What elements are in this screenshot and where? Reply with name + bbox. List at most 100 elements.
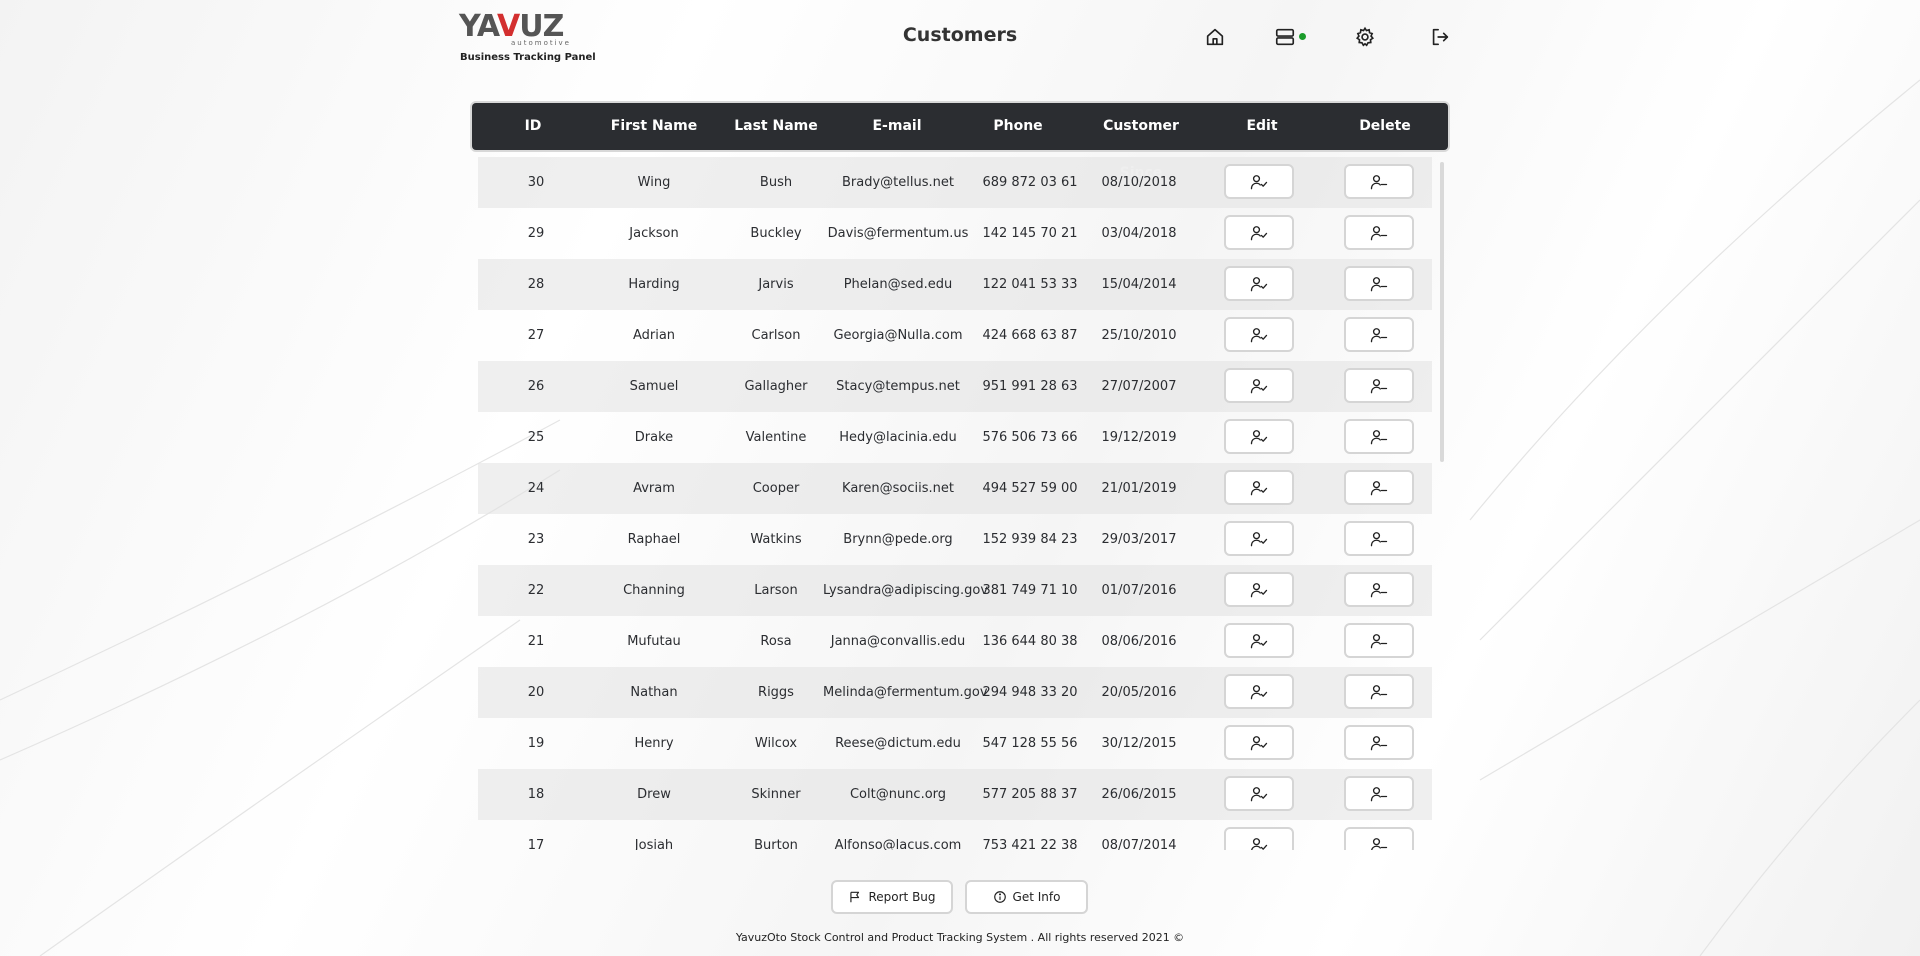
gear-icon[interactable] xyxy=(1352,24,1378,50)
user-check-icon xyxy=(1250,480,1268,495)
cell-id: 22 xyxy=(527,583,545,598)
flag-icon xyxy=(850,891,860,903)
table-row: 29 Jackson Buckley Davis@fermentum.us 142 14… xyxy=(478,208,1432,259)
edit-customer-button[interactable] xyxy=(1224,572,1294,607)
delete-customer-button[interactable] xyxy=(1344,827,1414,850)
cell-customer-since: 01/07/2016 xyxy=(1101,583,1177,598)
cell-phone: 494 527 59 00 xyxy=(982,481,1078,496)
home-icon[interactable] xyxy=(1202,24,1228,50)
customers-table-body[interactable]: 30 Wing Bush Brady@tellus.net 689 872 03 61 0… xyxy=(478,157,1444,850)
edit-customer-button[interactable] xyxy=(1224,419,1294,454)
user-minus-icon xyxy=(1370,531,1388,546)
table-row: 23 Raphael Watkins Brynn@pede.org 152 939 84… xyxy=(478,514,1432,565)
user-minus-icon xyxy=(1370,582,1388,597)
user-minus-icon xyxy=(1370,378,1388,393)
column-header-id[interactable]: ID xyxy=(472,103,594,150)
cell-email: Hedy@lacinia.edu xyxy=(839,430,957,445)
cell-phone: 381 749 71 10 xyxy=(982,583,1078,598)
user-minus-icon xyxy=(1370,480,1388,495)
edit-customer-button[interactable] xyxy=(1224,368,1294,403)
edit-customer-button[interactable] xyxy=(1224,266,1294,301)
top-header: YAVUZ automotive Business Tracking Panel… xyxy=(0,0,1920,75)
delete-customer-button[interactable] xyxy=(1344,266,1414,301)
get-info-button[interactable]: Get Info xyxy=(965,880,1088,914)
delete-customer-button[interactable] xyxy=(1344,674,1414,709)
cell-last-name: Gallagher xyxy=(744,379,808,394)
column-header-delete: Delete xyxy=(1359,118,1411,134)
delete-customer-button[interactable] xyxy=(1344,164,1414,199)
delete-customer-button[interactable] xyxy=(1344,725,1414,760)
edit-customer-button[interactable] xyxy=(1224,623,1294,658)
cell-last-name: Larson xyxy=(754,583,798,598)
cell-first-name: Harding xyxy=(628,277,680,292)
column-header-phone[interactable]: Phone xyxy=(956,103,1080,150)
delete-customer-button[interactable] xyxy=(1344,776,1414,811)
cell-email: Janna@convallis.edu xyxy=(830,634,966,649)
cell-first-name: Henry xyxy=(634,736,674,751)
user-check-icon xyxy=(1250,582,1268,597)
cell-email: Colt@nunc.org xyxy=(849,787,947,802)
cell-customer-since: 30/12/2015 xyxy=(1101,736,1177,751)
delete-customer-button[interactable] xyxy=(1344,623,1414,658)
edit-customer-button[interactable] xyxy=(1224,164,1294,199)
get-info-label: Get Info xyxy=(1012,890,1061,904)
cell-first-name: Drake xyxy=(634,430,674,445)
user-check-icon xyxy=(1250,786,1268,801)
edit-customer-button[interactable] xyxy=(1224,215,1294,250)
cell-phone: 294 948 33 20 xyxy=(982,685,1078,700)
cell-phone: 547 128 55 56 xyxy=(982,736,1078,751)
user-check-icon xyxy=(1250,684,1268,699)
edit-customer-button[interactable] xyxy=(1224,674,1294,709)
cell-last-name: Burton xyxy=(754,838,798,850)
cell-id: 17 xyxy=(527,838,545,850)
table-row: 24 Avram Cooper Karen@sociis.net 494 527 59 … xyxy=(478,463,1432,514)
edit-customer-button[interactable] xyxy=(1224,776,1294,811)
cell-customer-since: 15/04/2014 xyxy=(1101,277,1177,292)
cell-first-name: Josiah xyxy=(634,838,674,850)
report-bug-button[interactable]: Report Bug xyxy=(831,880,953,914)
column-header-last-name[interactable]: Last Name xyxy=(714,103,838,150)
delete-customer-button[interactable] xyxy=(1344,368,1414,403)
cell-id: 19 xyxy=(527,736,545,751)
column-header-email[interactable]: E-mail xyxy=(838,103,956,150)
cell-phone: 577 205 88 37 xyxy=(982,787,1078,802)
table-row: 25 Drake Valentine Hedy@lacinia.edu 576 506 … xyxy=(478,412,1432,463)
column-header-customer-since[interactable]: Customer Since xyxy=(1080,103,1202,181)
server-icon[interactable] xyxy=(1272,24,1298,50)
cell-phone: 753 421 22 38 xyxy=(982,838,1078,850)
cell-customer-since: 29/03/2017 xyxy=(1101,532,1177,547)
logout-icon[interactable] xyxy=(1427,24,1453,50)
edit-customer-button[interactable] xyxy=(1224,470,1294,505)
user-check-icon xyxy=(1250,327,1268,342)
cell-customer-since: 08/10/2018 xyxy=(1101,175,1177,190)
user-check-icon xyxy=(1250,429,1268,444)
user-check-icon xyxy=(1250,633,1268,648)
cell-email: Melinda@fermentum.gov xyxy=(823,685,988,700)
delete-customer-button[interactable] xyxy=(1344,419,1414,454)
cell-first-name: Channing xyxy=(623,583,685,598)
edit-customer-button[interactable] xyxy=(1224,827,1294,850)
cell-id: 23 xyxy=(527,532,545,547)
edit-customer-button[interactable] xyxy=(1224,521,1294,556)
cell-customer-since: 08/07/2014 xyxy=(1101,838,1177,850)
delete-customer-button[interactable] xyxy=(1344,572,1414,607)
cell-first-name: Samuel xyxy=(629,379,679,394)
copyright-text: YavuzOto Stock Control and Product Track… xyxy=(735,931,1185,944)
table-scrollbar[interactable] xyxy=(1440,162,1444,462)
edit-customer-button[interactable] xyxy=(1224,725,1294,760)
user-minus-icon xyxy=(1370,276,1388,291)
user-minus-icon xyxy=(1370,684,1388,699)
user-minus-icon xyxy=(1370,633,1388,648)
delete-customer-button[interactable] xyxy=(1344,521,1414,556)
cell-email: Lysandra@adipiscing.gov xyxy=(823,583,989,598)
table-header: ID First Name Last Name E-mail Phone Cus… xyxy=(472,103,1448,181)
delete-customer-button[interactable] xyxy=(1344,215,1414,250)
delete-customer-button[interactable] xyxy=(1344,470,1414,505)
cell-id: 26 xyxy=(527,379,545,394)
delete-customer-button[interactable] xyxy=(1344,317,1414,352)
edit-customer-button[interactable] xyxy=(1224,317,1294,352)
cell-id: 21 xyxy=(527,634,545,649)
cell-last-name: Cooper xyxy=(752,481,800,496)
cell-id: 30 xyxy=(527,175,545,190)
column-header-first-name[interactable]: First Name xyxy=(594,103,714,150)
